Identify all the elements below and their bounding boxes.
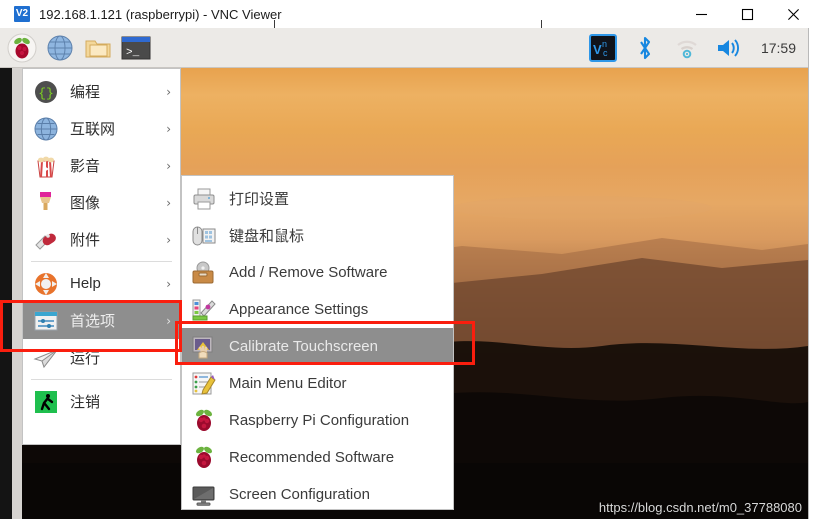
svg-text:c: c bbox=[603, 48, 608, 58]
menu-label: 附件 bbox=[70, 232, 101, 249]
menu-label: 运行 bbox=[70, 350, 101, 367]
submenu-item-raspberry-pi-configuration[interactable]: Raspberry Pi Configuration bbox=[182, 402, 453, 439]
monitor-icon bbox=[191, 482, 217, 508]
menu-label: 编程 bbox=[70, 84, 101, 101]
preferences-submenu: 打印设置 键盘和鼠标 Add / Remove Software Appeara… bbox=[181, 175, 454, 510]
submenu-item-main-menu-editor[interactable]: Main Menu Editor bbox=[182, 365, 453, 402]
menu-label: 注销 bbox=[70, 394, 101, 411]
menu-label: 影音 bbox=[70, 158, 101, 175]
help-lifebuoy-icon bbox=[33, 271, 59, 297]
chevron-right-icon: › bbox=[166, 232, 171, 247]
web-browser-icon[interactable] bbox=[44, 32, 76, 64]
close-button[interactable] bbox=[770, 0, 816, 28]
logout-exit-icon bbox=[33, 389, 59, 415]
submenu-item-screen-configuration[interactable]: Screen Configuration bbox=[182, 476, 453, 513]
raspbian-taskbar: >_ V n c 17:59 bbox=[0, 28, 808, 68]
menu-separator bbox=[31, 379, 172, 380]
submenu-item-recommended-software[interactable]: Recommended Software bbox=[182, 439, 453, 476]
menu-item-preferences[interactable]: 首选项 › bbox=[23, 302, 180, 339]
preferences-sliders-icon bbox=[33, 308, 59, 334]
raspberry-icon bbox=[191, 408, 217, 434]
taskbar-tray: V n c 17:59 bbox=[587, 28, 802, 68]
raspberry-icon bbox=[191, 445, 217, 471]
svg-text:V: V bbox=[593, 42, 602, 57]
menu-item-run[interactable]: 运行 bbox=[23, 339, 180, 376]
menu-editor-pencil-icon bbox=[191, 371, 217, 397]
screen: V2 192.168.1.121 (raspberrypi) - VNC Vie… bbox=[0, 0, 816, 519]
menu-label: Help bbox=[70, 275, 101, 292]
taskbar-launchers: >_ bbox=[0, 32, 152, 64]
file-manager-icon[interactable] bbox=[82, 32, 114, 64]
submenu-item-keyboard-and-mouse[interactable]: 键盘和鼠标 bbox=[182, 217, 453, 254]
run-paperplane-icon bbox=[33, 345, 59, 371]
raspberry-menu-icon[interactable] bbox=[6, 32, 38, 64]
menu-item-logout[interactable]: 注销 bbox=[23, 383, 180, 420]
submenu-label: Raspberry Pi Configuration bbox=[229, 412, 410, 429]
chevron-right-icon: › bbox=[166, 276, 171, 291]
submenu-label: Main Menu Editor bbox=[229, 375, 347, 392]
taskbar-clock[interactable]: 17:59 bbox=[755, 40, 802, 56]
menu-item-media[interactable]: 影音 › bbox=[23, 147, 180, 184]
submenu-item-print-settings[interactable]: 打印设置 bbox=[182, 180, 453, 217]
keyboard-mouse-icon bbox=[191, 223, 217, 249]
menu-label: 互联网 bbox=[70, 121, 116, 138]
window-left-gutter bbox=[12, 68, 22, 519]
software-box-icon bbox=[191, 260, 217, 286]
submenu-label: Screen Configuration bbox=[229, 486, 370, 503]
minimize-button[interactable] bbox=[678, 0, 724, 28]
maximize-button[interactable] bbox=[724, 0, 770, 28]
menu-item-help[interactable]: Help › bbox=[23, 265, 180, 302]
window-controls bbox=[678, 0, 816, 28]
desktop-left-strip bbox=[0, 28, 12, 519]
submenu-label: Appearance Settings bbox=[229, 301, 369, 318]
chevron-right-icon: › bbox=[166, 158, 171, 173]
submenu-label: Add / Remove Software bbox=[229, 264, 388, 281]
submenu-item-add-remove-software[interactable]: Add / Remove Software bbox=[182, 254, 453, 291]
menu-label: 首选项 bbox=[70, 313, 116, 330]
appearance-palette-icon bbox=[191, 297, 217, 323]
volume-icon[interactable] bbox=[713, 32, 745, 64]
wifi-icon[interactable] bbox=[671, 32, 703, 64]
vnc-server-icon[interactable]: V n c bbox=[587, 32, 619, 64]
submenu-label: 键盘和鼠标 bbox=[229, 228, 305, 245]
window-title: 192.168.1.121 (raspberrypi) - VNC Viewer bbox=[39, 6, 282, 22]
submenu-item-calibrate-touchscreen[interactable]: Calibrate Touchscreen bbox=[182, 328, 453, 365]
media-popcorn-icon bbox=[33, 153, 59, 179]
submenu-item-appearance-settings[interactable]: Appearance Settings bbox=[182, 291, 453, 328]
svg-text:{}: {} bbox=[38, 86, 54, 101]
printer-icon bbox=[191, 186, 217, 212]
menu-item-accessories[interactable]: 附件 › bbox=[23, 221, 180, 258]
svg-text:>_: >_ bbox=[126, 47, 140, 59]
graphics-paintbrush-icon bbox=[33, 190, 59, 216]
menu-separator bbox=[31, 261, 172, 262]
bluetooth-icon[interactable] bbox=[629, 32, 661, 64]
watermark-text: https://blog.csdn.net/m0_37788080 bbox=[598, 500, 802, 515]
menu-item-graphics[interactable]: 图像 › bbox=[23, 184, 180, 221]
submenu-label: Calibrate Touchscreen bbox=[229, 338, 378, 355]
chevron-right-icon: › bbox=[166, 195, 171, 210]
internet-globe-icon bbox=[33, 116, 59, 142]
accessories-knife-icon bbox=[33, 227, 59, 253]
main-menu-popup: {} 编程 › 互联网 › 影音 › 图像 › 附件 › Help › 首选项 … bbox=[22, 68, 181, 445]
window-right-gutter bbox=[808, 28, 816, 519]
submenu-label: Recommended Software bbox=[229, 449, 395, 466]
terminal-icon[interactable]: >_ bbox=[120, 32, 152, 64]
menu-item-internet[interactable]: 互联网 › bbox=[23, 110, 180, 147]
vnc-viewer-app-icon: V2 bbox=[14, 6, 30, 22]
submenu-label: 打印设置 bbox=[229, 191, 290, 208]
chevron-right-icon: › bbox=[166, 121, 171, 136]
programming-icon: {} bbox=[33, 79, 59, 105]
chevron-right-icon: › bbox=[166, 313, 171, 328]
touchscreen-hand-icon bbox=[191, 334, 217, 360]
menu-item-programming[interactable]: {} 编程 › bbox=[23, 73, 180, 110]
menu-label: 图像 bbox=[70, 195, 101, 212]
chevron-right-icon: › bbox=[166, 84, 171, 99]
